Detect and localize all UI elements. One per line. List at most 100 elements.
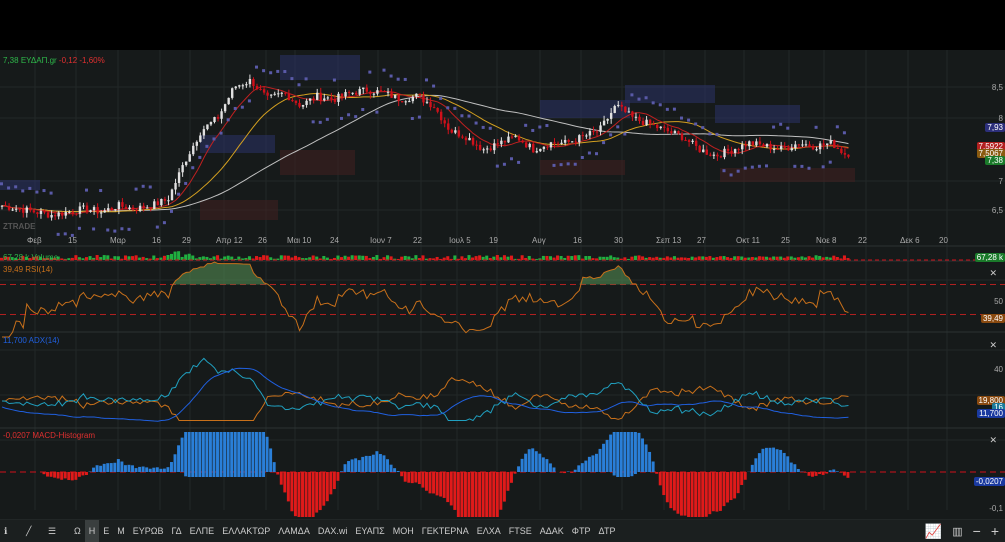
- zoom-out-button[interactable]: −: [973, 523, 981, 539]
- candle-body: [769, 143, 772, 150]
- volume-bar: [619, 258, 623, 260]
- close-adx-icon[interactable]: ✕: [989, 340, 997, 351]
- sar-dot: [85, 188, 88, 192]
- volume-bar: [807, 256, 811, 260]
- candle-body: [68, 211, 71, 213]
- macd-bar: [283, 472, 287, 493]
- candle-body: [401, 101, 404, 103]
- candle-body: [691, 140, 694, 143]
- macd-bar: [803, 472, 807, 473]
- toolbar-item[interactable]: ΓΔ: [168, 520, 186, 542]
- close-rsi-icon[interactable]: ✕: [989, 268, 997, 279]
- toolbar-item[interactable]: FTSE: [505, 520, 536, 542]
- macd-bar: [286, 472, 290, 502]
- macd-bar: [173, 454, 177, 472]
- sar-dot: [191, 166, 195, 170]
- candle-body: [404, 101, 407, 103]
- macd-bar: [694, 472, 698, 517]
- candle-body: [29, 207, 32, 211]
- chart-canvas[interactable]: [0, 50, 1005, 520]
- candle-body: [436, 107, 439, 112]
- candle-body: [418, 93, 422, 96]
- candle-body: [340, 93, 344, 97]
- toolbar-item[interactable]: ΑΔΑΚ: [536, 520, 568, 542]
- candle-body: [383, 90, 386, 93]
- volume-bar: [170, 253, 174, 260]
- cloud-box: [715, 105, 800, 123]
- candle-body: [316, 92, 319, 100]
- sar-dot: [701, 126, 705, 130]
- bar-chart-icon[interactable]: ▥: [952, 525, 962, 538]
- date-axis-label: 15: [68, 236, 77, 245]
- candle-body: [794, 144, 797, 149]
- di-plus-line: [1, 357, 849, 422]
- macd-bar: [184, 432, 188, 477]
- toolbar-item[interactable]: ΕΛΠΕ: [186, 520, 219, 542]
- toolbar-item[interactable]: Η: [84, 520, 100, 542]
- sar-dot: [481, 125, 485, 129]
- sar-dot: [340, 116, 343, 120]
- macd-bar: [718, 472, 722, 511]
- price-tag-upper-band: 7,93: [985, 123, 1005, 132]
- macd-bar: [311, 472, 315, 517]
- macd-bar: [223, 432, 227, 477]
- macd-bar: [740, 472, 744, 485]
- candle-body: [422, 95, 425, 103]
- draw-line-icon[interactable]: ╱: [22, 520, 44, 542]
- volume-bar: [559, 256, 563, 260]
- candle-body: [39, 210, 43, 214]
- macd-bar: [726, 472, 729, 503]
- candle-body: [22, 208, 25, 213]
- sar-dot: [750, 165, 754, 169]
- sar-dot: [332, 78, 336, 82]
- macd-bar: [485, 472, 489, 517]
- toolbar-item[interactable]: Ε: [99, 520, 113, 542]
- toolbar-item[interactable]: ΛΑΜΔΑ: [274, 520, 314, 542]
- candle-body: [510, 136, 514, 138]
- sar-dot: [538, 125, 542, 129]
- macd-bar: [159, 468, 163, 472]
- toolbar-item[interactable]: ΔΤΡ: [594, 520, 619, 542]
- volume-bar: [800, 256, 804, 260]
- macd-bar: [85, 472, 88, 476]
- toolbar-item[interactable]: DAX.wi: [314, 520, 352, 542]
- toolbar-item[interactable]: Μ: [113, 520, 129, 542]
- zoom-in-button[interactable]: +: [991, 523, 999, 539]
- close-macd-icon[interactable]: ✕: [989, 435, 997, 446]
- macd-bar: [641, 438, 644, 472]
- volume-bar: [336, 255, 340, 260]
- toolbar-item[interactable]: ΕΥΡΩΒ: [129, 520, 168, 542]
- toolbar-item[interactable]: Ω: [70, 520, 85, 542]
- info-icon[interactable]: ℹ: [0, 520, 22, 542]
- macd-bar: [318, 472, 322, 511]
- toolbar-item[interactable]: ΦΤΡ: [568, 520, 595, 542]
- macd-bar: [244, 432, 248, 477]
- candle-body: [284, 92, 287, 94]
- macd-bar: [407, 472, 411, 483]
- candle-body: [475, 144, 478, 146]
- candle-body: [670, 131, 673, 134]
- candle-body: [712, 154, 716, 156]
- candle-body: [259, 89, 262, 91]
- candle-body: [758, 141, 762, 145]
- rsi-axis-label: 50: [994, 297, 1003, 306]
- candle-body: [117, 202, 121, 210]
- macd-bar: [432, 472, 436, 494]
- fib-lines-icon[interactable]: ☰: [44, 520, 70, 542]
- toolbar-item[interactable]: ΕΛΛΑΚΤΩΡ: [218, 520, 274, 542]
- date-axis-label: 22: [858, 236, 867, 245]
- toolbar-item[interactable]: ΕΥΑΠΣ: [351, 520, 388, 542]
- date-axis-label: 22: [413, 236, 422, 245]
- sar-dot: [162, 221, 166, 225]
- sar-dot: [226, 118, 230, 122]
- volume-bar: [414, 255, 418, 260]
- toolbar-item[interactable]: ΕΛΧΑ: [473, 520, 505, 542]
- candle-body: [847, 154, 850, 157]
- macd-bar: [768, 447, 772, 472]
- macd-bar: [361, 456, 365, 472]
- chart-type-icon[interactable]: 📈: [925, 523, 942, 540]
- toolbar-item[interactable]: ΓΕΚΤΕΡΝΑ: [418, 520, 473, 542]
- sar-dot: [389, 74, 393, 78]
- chart-area[interactable]: 7,38 ΕΥΔΑΠ.gr -0,12 -1,60% ZTRADE 8,5 8 …: [0, 50, 1005, 520]
- toolbar-item[interactable]: ΜΟΗ: [389, 520, 418, 542]
